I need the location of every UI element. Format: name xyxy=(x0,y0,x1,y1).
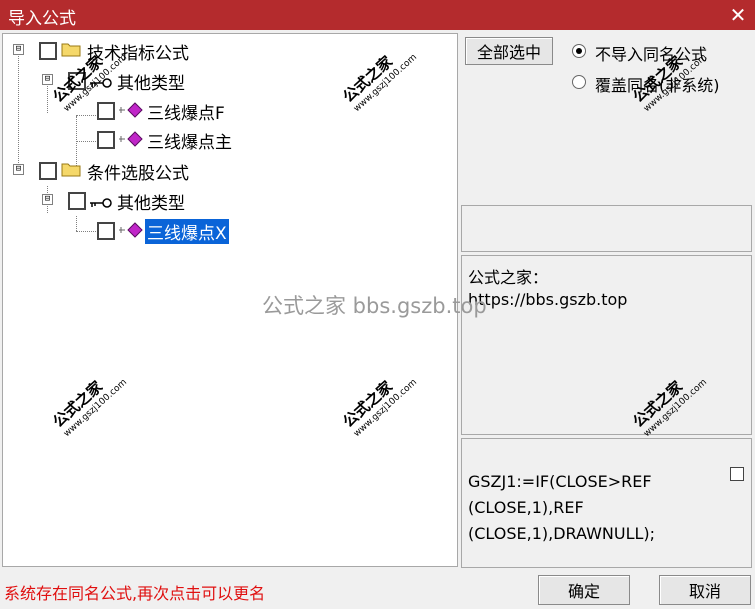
tree-checkbox[interactable] xyxy=(97,102,115,120)
tree-node-label: 技术指标公式 xyxy=(87,44,189,64)
tree-node-label: 其他类型 xyxy=(117,74,185,94)
window-title: 导入公式 xyxy=(8,9,76,29)
radio-no-import[interactable] xyxy=(572,44,586,58)
tree-node-other-type[interactable]: ⊟ 其他类型 xyxy=(3,188,457,214)
folder-icon xyxy=(61,41,81,61)
formula-gem-icon xyxy=(118,221,144,243)
tree-node-other-type[interactable]: ⊟ 其他类型 xyxy=(3,68,457,94)
code-checkbox[interactable] xyxy=(730,467,744,481)
tree-checkbox[interactable] xyxy=(97,131,115,149)
tree-node-label: 其他类型 xyxy=(117,194,185,214)
tree-node-label: 三线爆点F xyxy=(147,104,225,124)
formula-gem-icon xyxy=(118,130,144,152)
formula-gem-icon xyxy=(118,101,144,123)
title-bar: 导入公式 ✕ xyxy=(0,0,755,30)
info-panel: 公式之家： https://bbs.gszb.top xyxy=(461,255,752,435)
code-text: GSZJ1:=IF(CLOSE>REF (CLOSE,1),REF (CLOSE… xyxy=(468,469,655,547)
select-all-button[interactable]: 全部选中 xyxy=(465,37,553,65)
info-url: https://bbs.gszb.top xyxy=(468,290,628,309)
empty-field xyxy=(461,205,752,252)
radio-overwrite-label[interactable]: 覆盖同名(非系统) xyxy=(595,72,720,96)
tree-node-formula-selected[interactable]: 三线爆点X xyxy=(3,218,457,244)
info-line: 公式之家： xyxy=(468,268,549,287)
tree-checkbox[interactable] xyxy=(39,42,57,60)
tree-node-formula[interactable]: 三线爆点主 xyxy=(3,127,457,153)
code-panel: GSZJ1:=IF(CLOSE>REF (CLOSE,1),REF (CLOSE… xyxy=(461,438,752,568)
tree-checkbox[interactable] xyxy=(68,72,86,90)
cancel-button[interactable]: 取消 xyxy=(659,575,751,605)
tree-checkbox[interactable] xyxy=(39,162,57,180)
tree-node-tech-indicators[interactable]: ⊟ 技术指标公式 xyxy=(3,38,457,64)
collapse-icon[interactable]: ⊟ xyxy=(42,74,53,85)
ok-button[interactable]: 确定 xyxy=(538,575,630,605)
collapse-icon[interactable]: ⊟ xyxy=(13,164,24,175)
collapse-icon[interactable]: ⊟ xyxy=(42,194,53,205)
tree-checkbox[interactable] xyxy=(97,222,115,240)
radio-no-import-label[interactable]: 不导入同名公式 xyxy=(595,41,707,65)
key-icon xyxy=(89,194,113,213)
tree-node-label: 三线爆点主 xyxy=(147,133,232,153)
radio-overwrite[interactable] xyxy=(572,75,586,89)
tree-node-stock-selection[interactable]: ⊟ 条件选股公式 xyxy=(3,158,457,184)
code-line: (CLOSE,1),DRAWNULL); xyxy=(468,524,656,543)
status-message: 系统存在同名公式,再次点击可以更名 xyxy=(4,584,266,603)
code-line: GSZJ1:=IF(CLOSE>REF xyxy=(468,472,652,491)
code-line: (CLOSE,1),REF xyxy=(468,498,584,517)
tree-node-label: 三线爆点X xyxy=(145,219,229,244)
formula-tree[interactable]: ⊟ 技术指标公式 ⊟ 其他类型 三线爆点F 三线爆点主 ⊟ 条件选股公式 ⊟ 其… xyxy=(2,33,458,567)
collapse-icon[interactable]: ⊟ xyxy=(13,44,24,55)
folder-icon xyxy=(61,161,81,181)
key-icon xyxy=(89,74,113,93)
tree-node-formula[interactable]: 三线爆点F xyxy=(3,98,457,124)
tree-node-label: 条件选股公式 xyxy=(87,164,189,184)
tree-checkbox[interactable] xyxy=(68,192,86,210)
close-icon[interactable]: ✕ xyxy=(727,4,749,26)
